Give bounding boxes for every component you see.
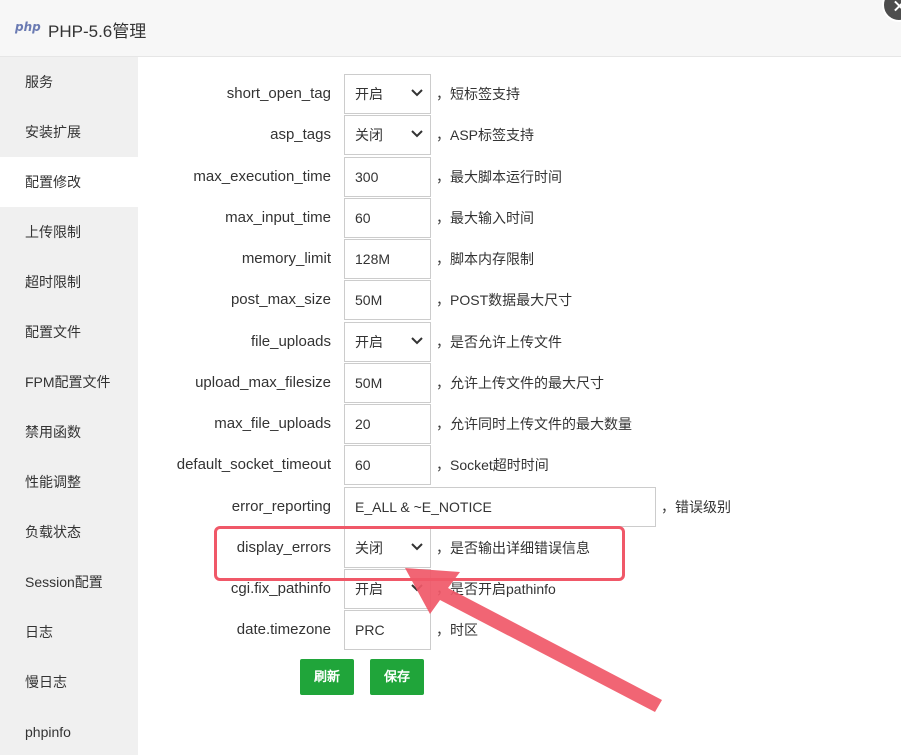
setting-row-date-timezone: date.timezone PRC ，时区 [138,610,901,650]
dialog-title: PHP-5.6管理 [48,22,147,41]
sidebar-item-disabled-functions[interactable]: 禁用函数 [0,407,138,457]
setting-description: ，Socket超时时间 [436,457,549,473]
sidebar-item-install-extensions[interactable]: 安装扩展 [0,107,138,157]
sidebar-item-service[interactable]: 服务 [0,57,138,107]
setting-row-asp-tags: asp_tags 关闭 ，ASP标签支持 [138,115,901,155]
post-max-size-input[interactable]: 50M [344,280,431,320]
asp-tags-select[interactable]: 关闭 [344,115,431,155]
sidebar-item-load-status[interactable]: 负载状态 [0,507,138,557]
setting-row-upload-max-filesize: upload_max_filesize 50M ，允许上传文件的最大尺寸 [138,363,901,403]
memory-limit-input[interactable]: 128M [344,239,431,279]
setting-description: ，时区 [436,622,478,638]
setting-description: ，最大脚本运行时间 [436,169,562,185]
setting-row-max-input-time: max_input_time 60 ，最大输入时间 [138,198,901,238]
sidebar-item-config-edit[interactable]: 配置修改 [0,157,138,207]
max-file-uploads-input[interactable]: 20 [344,404,431,444]
max-execution-time-input[interactable]: 300 [344,157,431,197]
sidebar-item-upload-limit[interactable]: 上传限制 [0,207,138,257]
sidebar-item-log[interactable]: 日志 [0,607,138,657]
chevron-down-icon [411,337,423,345]
setting-row-memory-limit: memory_limit 128M ，脚本内存限制 [138,239,901,279]
setting-description: ，ASP标签支持 [436,127,535,143]
select-value: 开启 [355,334,383,350]
select-value: 开启 [355,86,383,102]
title-bar: php PHP-5.6管理 [0,0,901,57]
refresh-button[interactable]: 刷新 [300,659,355,695]
sidebar-item-phpinfo[interactable]: phpinfo [0,707,138,755]
save-button[interactable]: 保存 [370,659,425,695]
setting-description: ，允许同时上传文件的最大数量 [436,416,632,432]
annotation-highlight-box [214,526,625,581]
setting-label: file_uploads [250,333,331,350]
chevron-down-icon [411,584,423,592]
setting-label: memory_limit [241,250,331,267]
sidebar-item-timeout-limit[interactable]: 超时限制 [0,257,138,307]
upload-max-filesize-input[interactable]: 50M [344,363,431,403]
sidebar-item-session-config[interactable]: Session配置 [0,557,138,607]
setting-row-max-execution-time: max_execution_time 300 ，最大脚本运行时间 [138,157,901,197]
setting-label: error_reporting [231,498,331,515]
error-reporting-input[interactable]: E_ALL & ~E_NOTICE [344,487,656,527]
file-uploads-select[interactable]: 开启 [344,322,431,362]
setting-row-file-uploads: file_uploads 开启 ，是否允许上传文件 [138,322,901,362]
chevron-down-icon [411,89,423,97]
setting-description: ，脚本内存限制 [436,251,534,267]
setting-description: ，POST数据最大尺寸 [436,292,573,308]
setting-row-default-socket-timeout: default_socket_timeout 60 ，Socket超时时间 [138,445,901,485]
setting-description: ，是否允许上传文件 [436,334,562,350]
setting-label: max_execution_time [193,168,331,185]
sidebar: 服务 安装扩展 配置修改 上传限制 超时限制 配置文件 FPM配置文件 禁用函数… [0,57,138,755]
setting-label: post_max_size [230,291,331,308]
php-manager-dialog: php PHP-5.6管理 服务 安装扩展 配置修改 上传限制 超时限制 配置文… [0,0,901,755]
chevron-down-icon [411,130,423,138]
setting-label: default_socket_timeout [176,456,331,473]
setting-description: ，最大输入时间 [436,210,534,226]
sidebar-item-slow-log[interactable]: 慢日志 [0,657,138,707]
max-input-time-input[interactable]: 60 [344,198,431,238]
select-value: 关闭 [355,127,383,143]
setting-label: short_open_tag [226,85,331,102]
sidebar-item-performance-tuning[interactable]: 性能调整 [0,457,138,507]
setting-row-post-max-size: post_max_size 50M ，POST数据最大尺寸 [138,280,901,320]
default-socket-timeout-input[interactable]: 60 [344,445,431,485]
setting-label: upload_max_filesize [195,374,331,391]
setting-description: ，短标签支持 [436,86,520,102]
setting-description: ，错误级别 [661,499,731,515]
setting-row-short-open-tag: short_open_tag 开启 ，短标签支持 [138,74,901,114]
php-logo: php [15,20,41,34]
config-form: short_open_tag 开启 ，短标签支持 asp_tags 关闭 ，AS… [138,57,901,755]
sidebar-item-config-file[interactable]: 配置文件 [0,307,138,357]
select-value: 开启 [355,581,383,597]
setting-description: ，允许上传文件的最大尺寸 [436,375,604,391]
setting-label: max_input_time [225,209,331,226]
setting-row-max-file-uploads: max_file_uploads 20 ，允许同时上传文件的最大数量 [138,404,901,444]
short-open-tag-select[interactable]: 开启 [344,74,431,114]
setting-label: date.timezone [236,621,331,638]
sidebar-item-fpm-config-file[interactable]: FPM配置文件 [0,357,138,407]
setting-label: asp_tags [270,126,331,143]
setting-row-error-reporting: error_reporting E_ALL & ~E_NOTICE ，错误级别 [138,487,901,527]
setting-label: max_file_uploads [214,415,331,432]
date-timezone-input[interactable]: PRC [344,610,431,650]
